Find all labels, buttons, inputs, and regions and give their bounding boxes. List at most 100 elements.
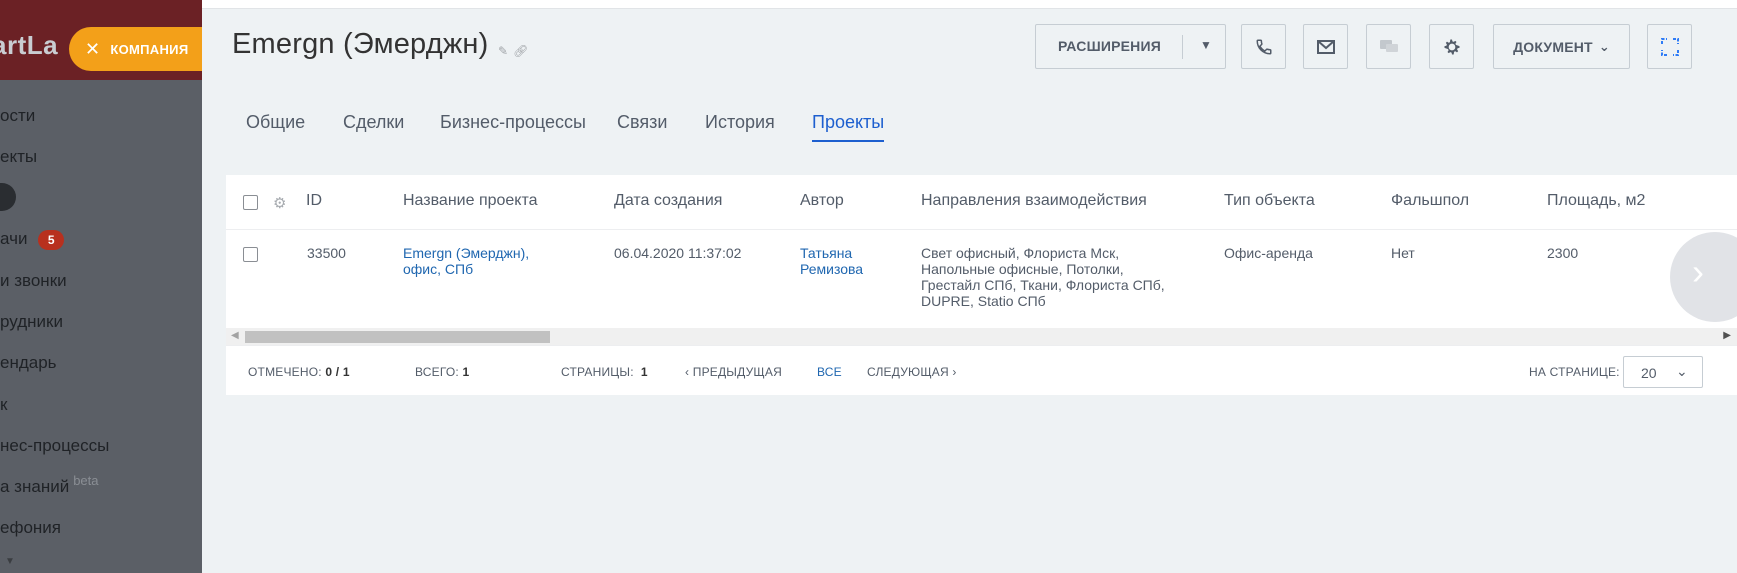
pages-counter: СТРАНИЦЫ: 1 [561,365,648,379]
document-label: ДОКУМЕНТ [1513,38,1593,55]
email-button[interactable] [1303,24,1348,69]
sidebar-item-business-processes[interactable]: нес-процессы [0,434,109,458]
horizontal-scrollbar[interactable]: ◀ ▶ [226,328,1737,345]
direction-line: DUPRE, Statio СПб [921,293,1046,309]
sidebar-item-projects[interactable]: екты [0,145,37,169]
tab-relations[interactable]: Связи [617,112,667,142]
gear-icon[interactable]: ⚙ [273,194,286,212]
total-label: ВСЕГО: [415,365,459,379]
sidebar-item-calendar[interactable]: ендарь [0,351,57,375]
sidebar-item-knowledge-base[interactable]: а знаний beta [0,473,99,499]
chevron-left-icon: ‹ [685,365,690,379]
chevron-right-icon: › [952,365,957,379]
left-sidebar: artLa ости екты ачи 5 и звонки рудники е… [0,0,202,573]
direction-line: Грестайл СПб, Ткани, Флориста СПб, [921,277,1165,293]
column-header-id[interactable]: ID [306,192,322,210]
tab-business-processes[interactable]: Бизнес-процессы [440,112,586,142]
sidebar-item-tasks[interactable]: ачи 5 [0,227,65,251]
fullscreen-button[interactable] [1647,24,1692,69]
next-page-button[interactable]: СЛЕДУЮЩАЯ › [867,365,957,379]
sidebar-item-label: а знаний [0,477,70,496]
tab-general[interactable]: Общие [246,112,305,142]
select-all-checkbox[interactable] [243,195,258,210]
per-page-value: 20 [1641,365,1657,381]
row-directions: Свет офисный, Флориста Мск, Напольные оф… [921,245,1165,309]
marked-value: 0 / 1 [325,365,350,379]
extensions-label: РАСШИРЕНИЯ [1058,38,1162,54]
author-link[interactable]: Татьяна Ремизова [800,245,863,277]
caret-down-icon[interactable]: ▼ [1200,38,1212,52]
sidebar-item-label: ефония [0,518,61,537]
gear-icon [1444,39,1459,54]
chevron-right-icon: › [1692,251,1704,292]
prev-label: ПРЕДЫДУЩАЯ [692,365,782,379]
marked-counter: ОТМЕЧЕНО: 0 / 1 [248,365,350,379]
scroll-left-arrow[interactable]: ◀ [231,330,239,341]
page-title: Emergn (Эмерджн) [232,28,489,60]
chevron-down-icon: ⌄ [1598,38,1610,54]
close-icon: ✕ [85,39,101,59]
sidebar-item-telephony[interactable]: ефония [0,516,61,540]
marked-label: ОТМЕЧЕНО: [248,365,322,379]
chat-icon [1379,39,1398,52]
column-header-created[interactable]: Дата создания [614,192,722,210]
divider [1182,35,1183,59]
prev-page-button[interactable]: ‹ ПРЕДЫДУЩАЯ [685,365,782,379]
chevron-down-icon: ⌄ [1676,363,1688,379]
sidebar-pill [0,183,16,211]
sidebar-item-label: и звонки [0,271,67,290]
row-id: 33500 [307,245,346,261]
call-button[interactable] [1241,24,1286,69]
grid-header: ⚙ ID Название проекта Дата создания Авто… [226,175,1737,230]
tasks-count-badge: 5 [38,229,65,250]
column-header-raised-floor[interactable]: Фальшпол [1391,192,1469,210]
row-area: 2300 [1547,245,1579,261]
tab-deals[interactable]: Сделки [343,112,404,142]
sidebar-item-label: ачи [0,229,28,248]
column-header-object-type[interactable]: Тип объекта [1224,192,1315,210]
sidebar-item-news[interactable]: ости [0,104,35,128]
extensions-button[interactable]: РАСШИРЕНИЯ ▼ [1035,24,1226,69]
author-line: Татьяна [800,245,853,261]
row-created: 06.04.2020 11:37:02 [614,245,742,261]
scroll-right-arrow[interactable]: ▶ [1723,330,1731,341]
all-pages-link[interactable]: ВСЕ [817,365,842,379]
table-row[interactable]: 33500 Emergn (Эмерджн), офис, СПб 06.04.… [226,230,1737,328]
close-company-slider-button[interactable]: ✕ КОМПАНИЯ [69,27,202,71]
link-icon[interactable]: 🔗︎ [513,44,528,58]
column-header-area[interactable]: Площадь, м2 [1547,192,1645,210]
chevron-down-icon[interactable]: ▼ [5,556,15,567]
expand-icon [1660,37,1679,56]
direction-line: Напольные офисные, Потолки, [921,261,1124,277]
sidebar-item-label: екты [0,147,38,166]
title-actions: ✎ 🔗︎ [498,44,533,58]
logo: artLa [0,30,59,60]
beta-label: beta [73,473,99,488]
column-header-author[interactable]: Автор [800,192,844,210]
next-label: СЛЕДУЮЩАЯ [867,365,949,379]
sidebar-item-label: ендарь [0,353,57,372]
per-page-select[interactable]: 20 ⌄ [1623,356,1703,388]
project-name-link[interactable]: Emergn (Эмерджн), офис, СПб [403,245,529,277]
column-header-directions[interactable]: Направления взаимодействия [921,192,1147,210]
sidebar-item-calls[interactable]: и звонки [0,269,67,293]
document-button[interactable]: ДОКУМЕНТ ⌄ [1493,24,1630,69]
project-name-line: офис, СПб [403,261,474,277]
envelope-icon [1316,39,1335,54]
chat-button[interactable] [1366,24,1411,69]
column-header-name[interactable]: Название проекта [403,192,538,210]
tab-history[interactable]: История [705,112,775,142]
company-tab-label: КОМПАНИЯ [110,41,189,57]
scrollbar-thumb[interactable] [245,331,550,343]
row-checkbox[interactable] [243,247,258,262]
row-raised-floor: Нет [1391,245,1415,261]
sidebar-item-disk[interactable]: к [0,393,7,417]
pencil-icon[interactable]: ✎ [498,44,508,58]
top-line [202,0,1737,9]
settings-button[interactable] [1429,24,1474,69]
sidebar-item-label: нес-процессы [0,436,110,455]
sidebar-item-label: ости [0,106,36,125]
sidebar-item-employees[interactable]: рудники [0,310,63,334]
tab-projects[interactable]: Проекты [812,112,885,142]
pages-label: СТРАНИЦЫ: [561,365,634,379]
